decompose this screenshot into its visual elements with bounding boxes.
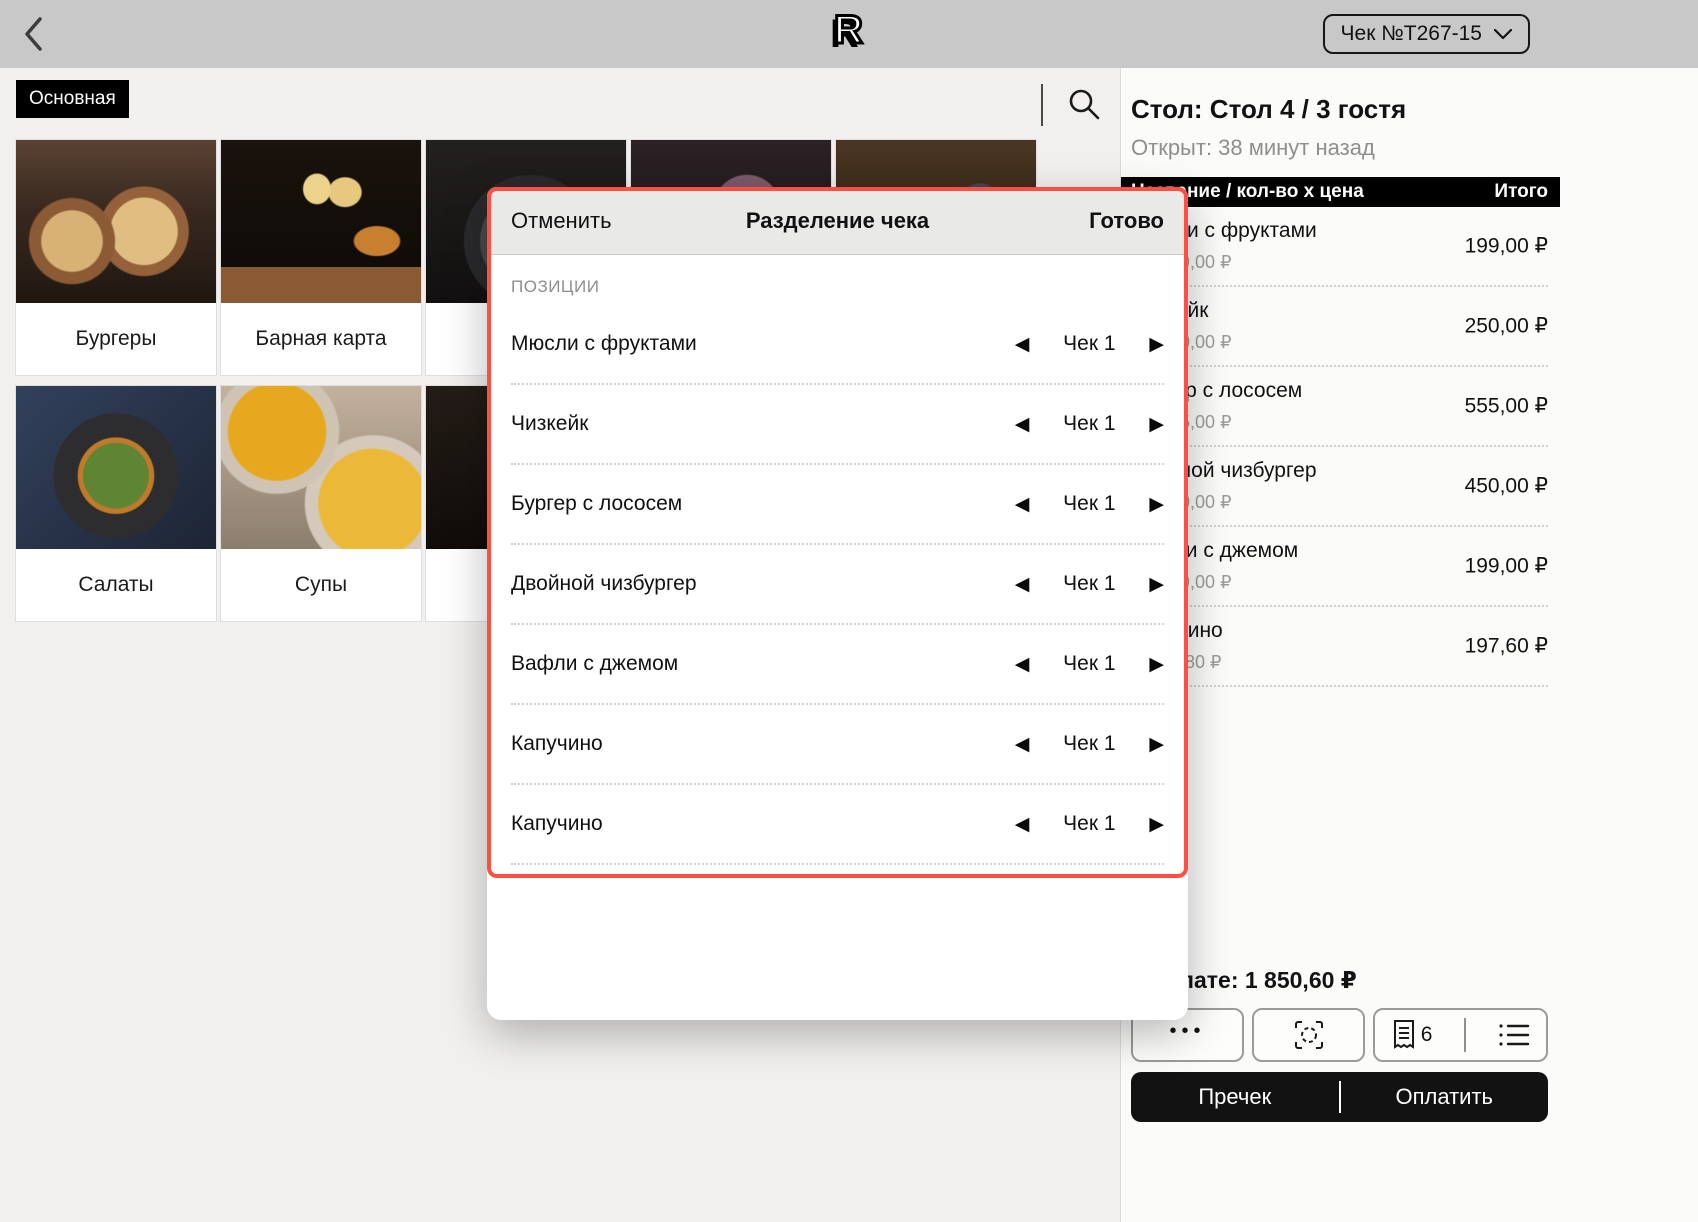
split-row: Капучино ◀ Чек 1 ▶	[511, 705, 1164, 785]
item-total: 450,00 ₽	[1465, 474, 1548, 499]
bar-photo	[221, 140, 421, 303]
split-check-modal: Отменить Разделение чека Готово ПОЗИЦИИ …	[487, 187, 1188, 1020]
split-item-name: Бургер с лососем	[511, 492, 1015, 516]
pay-button[interactable]: Оплатить	[1341, 1084, 1549, 1110]
cancel-button[interactable]: Отменить	[511, 208, 612, 234]
move-right-button[interactable]: ▶	[1149, 493, 1164, 515]
item-total: 555,00 ₽	[1465, 394, 1548, 419]
split-item-name: Двойной чизбургер	[511, 572, 1015, 596]
split-row: Чизкейк ◀ Чек 1 ▶	[511, 385, 1164, 465]
split-item-name: Чизкейк	[511, 412, 1015, 436]
item-total: 199,00 ₽	[1465, 554, 1548, 579]
salad-photo	[16, 386, 216, 549]
move-right-button[interactable]: ▶	[1149, 573, 1164, 595]
move-left-button[interactable]: ◀	[1015, 413, 1030, 435]
scan-icon	[1292, 1018, 1326, 1052]
chevron-down-icon	[1494, 29, 1512, 40]
split-row: Капучино ◀ Чек 1 ▶	[511, 785, 1164, 865]
order-row[interactable]: Мюсли с фруктами 1 x 199,00 ₽ 199,00 ₽	[1131, 207, 1548, 287]
check-selector-button[interactable]: Чек №Т267-15	[1323, 14, 1530, 54]
category-tile-bar[interactable]: Барная карта	[221, 140, 421, 375]
check-assignment: Чек 1	[1029, 732, 1149, 756]
move-left-button[interactable]: ◀	[1015, 333, 1030, 355]
move-right-button[interactable]: ▶	[1149, 733, 1164, 755]
split-item-name: Мюсли с фруктами	[511, 332, 1015, 356]
category-tab-main[interactable]: Основная	[16, 80, 129, 118]
search-icon	[1066, 86, 1102, 122]
check-assignment: Чек 1	[1029, 652, 1149, 676]
action-buttons-row: ••• 6	[1131, 1008, 1548, 1062]
receipt-list-button[interactable]: 6	[1373, 1008, 1548, 1062]
item-total: 199,00 ₽	[1465, 234, 1548, 259]
split-row: Двойной чизбургер ◀ Чек 1 ▶	[511, 545, 1164, 625]
move-right-button[interactable]: ▶	[1149, 653, 1164, 675]
split-row: Бургер с лососем ◀ Чек 1 ▶	[511, 465, 1164, 545]
move-left-button[interactable]: ◀	[1015, 573, 1030, 595]
button-divider	[1464, 1018, 1466, 1052]
order-row[interactable]: Вафли с джемом 1 x 199,00 ₽ 199,00 ₽	[1131, 527, 1548, 607]
total-column-header: Итого	[1494, 181, 1548, 203]
receipt-icon	[1391, 1019, 1417, 1051]
pay-bar: Пречек Оплатить	[1131, 1072, 1548, 1122]
split-row: Мюсли с фруктами ◀ Чек 1 ▶	[511, 305, 1164, 385]
check-assignment: Чек 1	[1029, 332, 1149, 356]
move-right-button[interactable]: ▶	[1149, 413, 1164, 435]
tile-label: Салаты	[16, 549, 216, 621]
tile-label: Барная карта	[221, 303, 421, 375]
order-row[interactable]: Чизкейк 1 x 250,00 ₽ 250,00 ₽	[1131, 287, 1548, 367]
positions-section-label: ПОЗИЦИИ	[511, 277, 1188, 297]
move-left-button[interactable]: ◀	[1015, 733, 1030, 755]
top-bar: R Чек №Т267-15	[0, 0, 1698, 68]
split-item-name: Капучино	[511, 732, 1015, 756]
tile-label: Супы	[221, 549, 421, 621]
order-row[interactable]: Двойной чизбургер 1 x 450,00 ₽ 450,00 ₽	[1131, 447, 1548, 527]
table-info: Стол: Стол 4 / 3 гостя	[1131, 94, 1698, 125]
move-left-button[interactable]: ◀	[1015, 813, 1030, 835]
soup-photo	[221, 386, 421, 549]
order-row[interactable]: Капучино 2 x 98,80 ₽ 197,60 ₽	[1131, 607, 1548, 687]
check-assignment: Чек 1	[1029, 812, 1149, 836]
split-item-name: Вафли с джемом	[511, 652, 1015, 676]
order-panel: Стол: Стол 4 / 3 гостя Открыт: 38 минут …	[1120, 68, 1698, 1222]
category-tile-soups[interactable]: Супы	[221, 386, 421, 621]
check-selector-label: Чек №Т267-15	[1341, 22, 1482, 46]
ellipsis-icon: •••	[1169, 1020, 1205, 1043]
check-assignment: Чек 1	[1029, 412, 1149, 436]
category-tile-salads[interactable]: Салаты	[16, 386, 216, 621]
burgers-photo	[16, 140, 216, 303]
split-item-name: Капучино	[511, 812, 1015, 836]
scan-button[interactable]	[1252, 1008, 1365, 1062]
opened-info: Открыт: 38 минут назад	[1131, 135, 1698, 161]
move-right-button[interactable]: ▶	[1149, 333, 1164, 355]
check-assignment: Чек 1	[1029, 492, 1149, 516]
split-modal-header: Отменить Разделение чека Готово	[487, 187, 1188, 255]
modal-title: Разделение чека	[746, 208, 929, 234]
order-rows: Мюсли с фруктами 1 x 199,00 ₽ 199,00 ₽ Ч…	[1131, 207, 1548, 687]
check-assignment: Чек 1	[1029, 572, 1149, 596]
precheck-button[interactable]: Пречек	[1131, 1084, 1339, 1110]
search-divider	[1041, 84, 1043, 126]
search-button[interactable]	[1062, 82, 1106, 126]
done-button[interactable]: Готово	[1089, 208, 1164, 234]
list-icon	[1498, 1022, 1530, 1048]
item-total: 250,00 ₽	[1465, 314, 1548, 339]
tile-label: Бургеры	[16, 303, 216, 375]
position-count: 6	[1421, 1023, 1433, 1047]
move-left-button[interactable]: ◀	[1015, 493, 1030, 515]
move-left-button[interactable]: ◀	[1015, 653, 1030, 675]
item-total: 197,60 ₽	[1465, 634, 1548, 659]
category-tile-burgers[interactable]: Бургеры	[16, 140, 216, 375]
split-rows: Мюсли с фруктами ◀ Чек 1 ▶ Чизкейк ◀ Чек…	[487, 305, 1188, 865]
order-row[interactable]: Бургер с лососем 1 x 555,00 ₽ 555,00 ₽	[1131, 367, 1548, 447]
move-right-button[interactable]: ▶	[1149, 813, 1164, 835]
split-row: Вафли с джемом ◀ Чек 1 ▶	[511, 625, 1164, 705]
